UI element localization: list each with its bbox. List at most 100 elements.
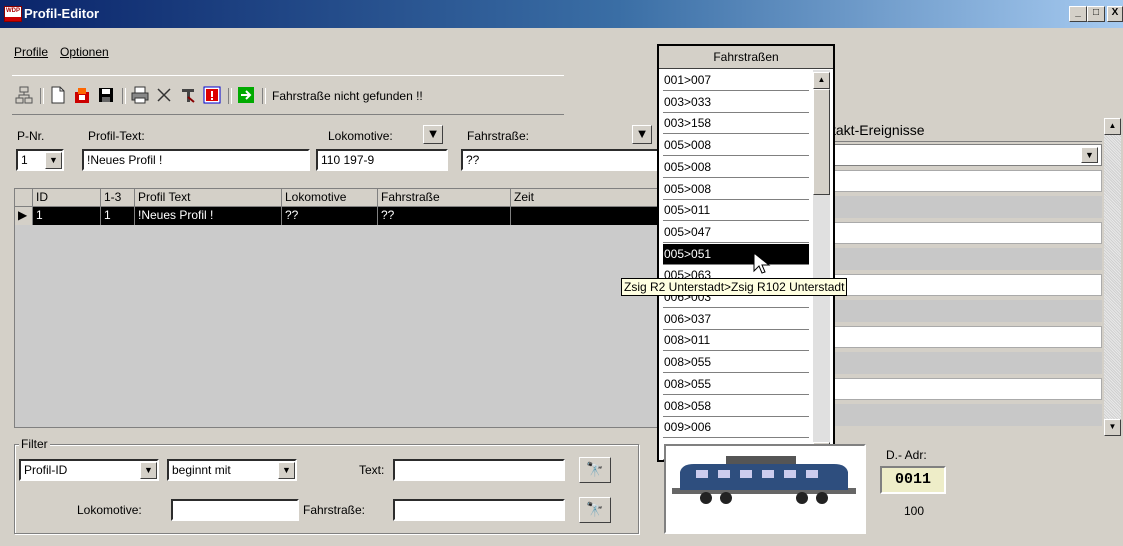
print-icon[interactable] bbox=[130, 85, 150, 105]
list-item[interactable]: 005>008 bbox=[663, 179, 809, 200]
cell-id[interactable]: 1 bbox=[33, 207, 101, 225]
pnr-label: P-Nr. bbox=[17, 129, 45, 143]
exit-icon[interactable] bbox=[236, 85, 256, 105]
dadr-label: D.- Adr: bbox=[886, 448, 927, 462]
list-item[interactable]: 005>051 bbox=[663, 243, 809, 265]
lokomotive-filter-input[interactable] bbox=[171, 499, 299, 521]
filter-legend: Filter bbox=[19, 437, 50, 451]
lokomotive-label: Lokomotive: bbox=[328, 129, 393, 143]
takt-ereignisse-header: takt-Ereignisse bbox=[812, 118, 1102, 142]
chevron-down-icon[interactable]: ▼ bbox=[278, 462, 295, 479]
lokomotive-input[interactable]: 110 197-9 bbox=[316, 149, 448, 171]
takt-event-row[interactable]: ▼ bbox=[812, 144, 1102, 166]
takt-event-row[interactable] bbox=[812, 300, 1102, 322]
cell-fahrstrasse[interactable]: ?? bbox=[378, 207, 511, 225]
lokomotive-dropdown-icon[interactable]: ▼ bbox=[423, 125, 443, 144]
profiltext-input[interactable]: !Neues Profil ! bbox=[82, 149, 310, 171]
profiltext-label: Profil-Text: bbox=[88, 129, 145, 143]
app-icon[interactable]: WDP bbox=[4, 6, 22, 22]
toolbar: Fahrstraße nicht gefunden !! bbox=[12, 75, 564, 115]
takt-event-row[interactable] bbox=[812, 170, 1102, 192]
col-header-zeit[interactable]: Zeit bbox=[511, 189, 659, 207]
list-item[interactable]: 005>011 bbox=[663, 200, 809, 222]
delete-profile-icon[interactable] bbox=[72, 85, 92, 105]
table-row[interactable]: ▶ 1 1 !Neues Profil ! ?? ?? bbox=[15, 207, 659, 225]
takt-event-row[interactable] bbox=[812, 352, 1102, 374]
fahrstrasse-filter-label: Fahrstraße: bbox=[303, 503, 366, 517]
list-item[interactable]: 008>058 bbox=[663, 396, 809, 417]
list-item[interactable]: 005>008 bbox=[663, 135, 809, 157]
cell-lokomotive[interactable]: ?? bbox=[282, 207, 378, 225]
col-header-1-3[interactable]: 1-3 bbox=[101, 189, 135, 207]
chevron-down-icon[interactable]: ▼ bbox=[140, 462, 157, 479]
search-icon-disabled[interactable]: 🔭 bbox=[579, 497, 611, 523]
maximize-button[interactable]: □ bbox=[1087, 6, 1105, 22]
list-item[interactable]: 003>033 bbox=[663, 92, 809, 113]
menu-profile[interactable]: Profile bbox=[14, 45, 48, 59]
list-item[interactable]: 009>006 bbox=[663, 417, 809, 439]
filter-field-select[interactable]: Profil-ID bbox=[19, 459, 159, 481]
status-text: Fahrstraße nicht gefunden !! bbox=[272, 89, 423, 103]
takt-scrollbar[interactable]: ▲ ▼ bbox=[1104, 118, 1121, 436]
window-title: Profil-Editor bbox=[24, 6, 100, 21]
takt-event-row[interactable] bbox=[812, 248, 1102, 270]
list-item[interactable]: 008>011 bbox=[663, 330, 809, 352]
fahrstrasse-label: Fahrstraße: bbox=[467, 129, 530, 143]
takt-event-row[interactable] bbox=[812, 378, 1102, 400]
chevron-down-icon[interactable]: ▼ bbox=[1081, 147, 1098, 163]
list-item[interactable]: 005>008 bbox=[663, 157, 809, 178]
speed-value: 100 bbox=[904, 504, 925, 518]
filter-text-input[interactable] bbox=[393, 459, 565, 481]
takt-event-row[interactable] bbox=[812, 222, 1102, 244]
menu-optionen[interactable]: Optionen bbox=[60, 45, 109, 59]
list-scrollbar[interactable]: ▲ ▼ bbox=[813, 70, 830, 460]
tree-icon[interactable] bbox=[14, 85, 34, 105]
cell-zeit[interactable] bbox=[511, 207, 659, 225]
row-pointer-icon: ▶ bbox=[15, 207, 33, 225]
grid-corner bbox=[15, 189, 33, 207]
fahrstrassen-header: Fahrstraßen bbox=[659, 46, 833, 69]
text-tool-icon[interactable] bbox=[178, 85, 198, 105]
col-header-profiltext[interactable]: Profil Text bbox=[135, 189, 282, 207]
takt-event-row[interactable] bbox=[812, 196, 1102, 218]
takt-event-row[interactable] bbox=[812, 274, 1102, 296]
fahrstrasse-input[interactable]: ?? bbox=[461, 149, 661, 171]
cell-1-3[interactable]: 1 bbox=[101, 207, 135, 225]
list-item[interactable]: 001>007 bbox=[663, 70, 809, 91]
list-item[interactable]: 006>037 bbox=[663, 309, 809, 330]
search-icon[interactable]: 🔭 bbox=[579, 457, 611, 483]
fahrstrasse-filter-input[interactable] bbox=[393, 499, 565, 521]
title-bar[interactable]: WDP Profil-Editor _ □ X bbox=[0, 0, 1123, 28]
filter-group: Filter Profil-ID ▼ beginnt mit ▼ Text: 🔭… bbox=[14, 437, 639, 534]
minimize-button[interactable]: _ bbox=[1069, 6, 1087, 22]
route-tooltip: Zsig R2 Unterstadt>Zsig R102 Unterstadt bbox=[621, 278, 848, 296]
list-item[interactable]: 008>055 bbox=[663, 352, 809, 374]
save-icon[interactable] bbox=[96, 85, 116, 105]
fahrstrassen-dropdown-list[interactable]: Fahrstraßen 001>007 003>033 003>158 005>008… bbox=[657, 44, 835, 462]
takt-ereignisse-panel: takt-Ereignisse ▼ bbox=[812, 118, 1104, 436]
dadr-value: 0011 bbox=[880, 466, 946, 494]
fahrstrasse-dropdown-icon[interactable]: ▼ bbox=[632, 125, 652, 144]
scroll-up-icon[interactable]: ▲ bbox=[1104, 118, 1121, 135]
col-header-lokomotive[interactable]: Lokomotive bbox=[282, 189, 378, 207]
locomotive-image bbox=[664, 444, 866, 534]
cut-icon[interactable] bbox=[154, 85, 174, 105]
scroll-up-icon[interactable]: ▲ bbox=[813, 72, 830, 89]
col-header-id[interactable]: ID bbox=[33, 189, 101, 207]
list-item[interactable]: 008>055 bbox=[663, 374, 809, 395]
col-header-fahrstrasse[interactable]: Fahrstraße bbox=[378, 189, 511, 207]
mouse-cursor-icon bbox=[753, 252, 771, 274]
scroll-down-icon[interactable]: ▼ bbox=[1104, 419, 1121, 436]
profile-grid[interactable]: ID 1-3 Profil Text Lokomotive Fahrstraße… bbox=[14, 188, 659, 428]
takt-event-row[interactable] bbox=[812, 404, 1102, 426]
list-item[interactable]: 003>158 bbox=[663, 113, 809, 135]
scroll-thumb[interactable] bbox=[813, 89, 830, 195]
alert-icon[interactable] bbox=[202, 85, 222, 105]
list-item[interactable]: 005>047 bbox=[663, 222, 809, 243]
text-label: Text: bbox=[359, 463, 385, 477]
cell-profiltext[interactable]: !Neues Profil ! bbox=[135, 207, 282, 225]
new-document-icon[interactable] bbox=[48, 85, 68, 105]
takt-event-row[interactable] bbox=[812, 326, 1102, 348]
close-button[interactable]: X bbox=[1107, 6, 1123, 22]
chevron-down-icon[interactable]: ▼ bbox=[45, 152, 62, 169]
